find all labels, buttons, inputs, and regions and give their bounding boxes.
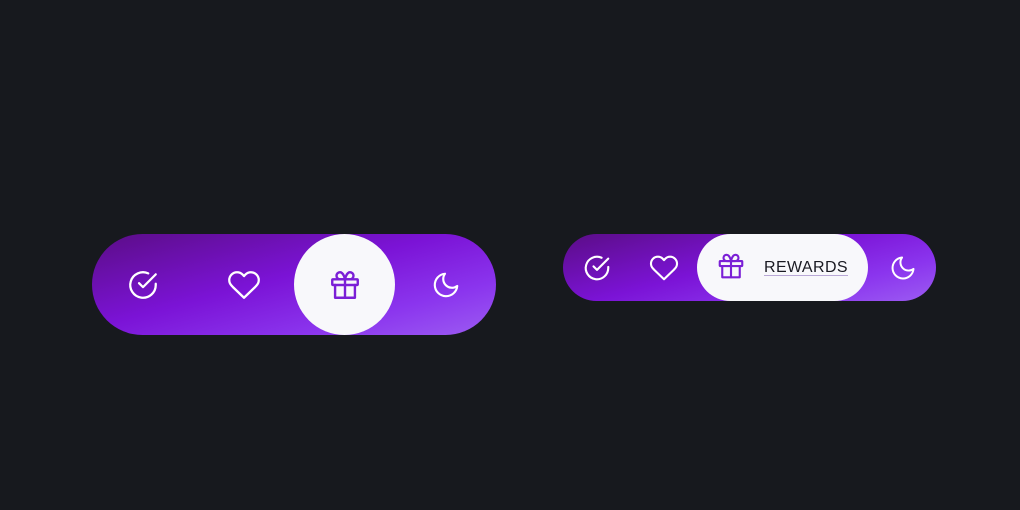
nav-item-heart[interactable] (630, 234, 697, 301)
gift-icon (716, 251, 746, 285)
nav-item-check[interactable] (92, 234, 193, 335)
bottom-nav-collapsed (92, 234, 496, 335)
bottom-nav-expanded: REWARDS (563, 234, 936, 301)
canvas: REWARDS (0, 0, 1020, 510)
nav-item-moon[interactable] (395, 234, 496, 335)
moon-icon (889, 254, 917, 282)
gift-icon (328, 268, 362, 302)
heart-icon (227, 268, 261, 302)
rewards-label: REWARDS (764, 258, 848, 276)
check-circle-icon (582, 253, 612, 283)
check-circle-icon (126, 268, 160, 302)
nav-item-heart[interactable] (193, 234, 294, 335)
nav-item-moon[interactable] (869, 234, 936, 301)
moon-icon (431, 270, 461, 300)
heart-icon (649, 253, 679, 283)
nav-item-rewards-active[interactable]: REWARDS (697, 234, 868, 301)
nav-item-check[interactable] (563, 234, 630, 301)
nav-item-gift-active[interactable] (294, 234, 395, 335)
